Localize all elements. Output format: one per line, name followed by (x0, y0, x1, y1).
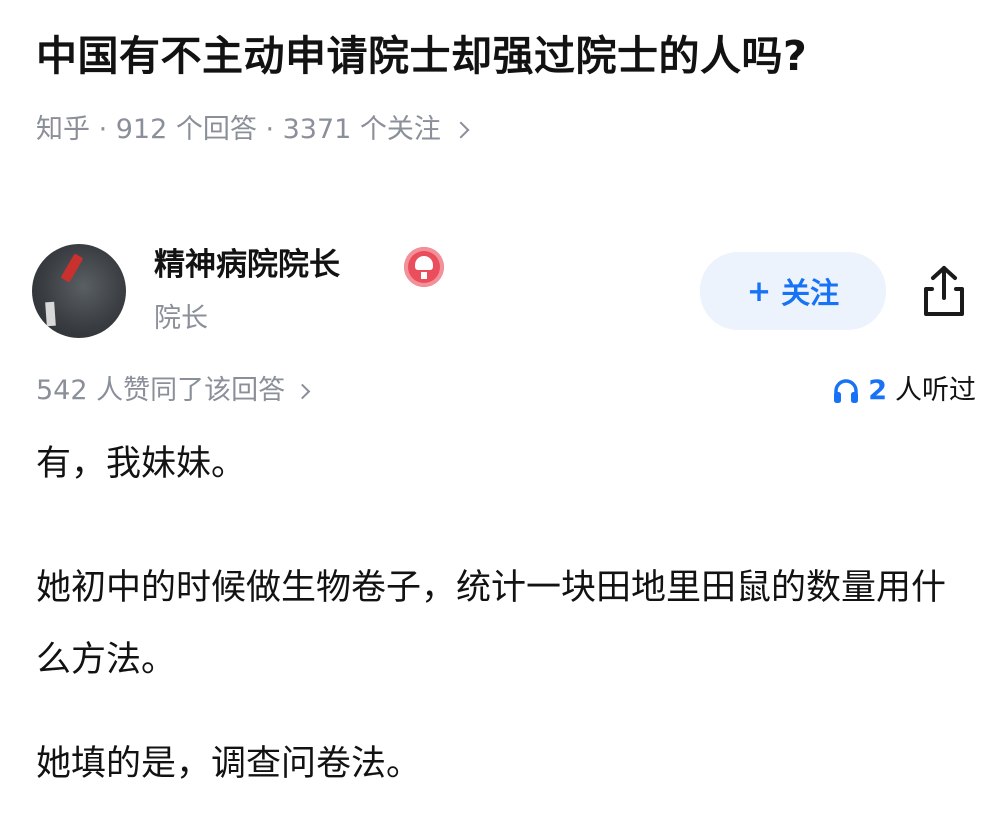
listen-count: 2 (868, 375, 887, 406)
share-icon (924, 266, 964, 316)
listen-info[interactable]: 2 人听过 (832, 369, 976, 413)
question-title: 中国有不主动申请院士却强过院士的人吗? (36, 32, 808, 80)
votes-link[interactable]: 542 人赞同了该回答 (36, 369, 311, 413)
follow-button[interactable]: + 关注 (700, 252, 886, 330)
listen-label: 人听过 (895, 375, 976, 406)
chevron-right-icon (294, 383, 311, 399)
chevron-right-icon (452, 121, 470, 139)
answer-paragraph: 有，我妹妹。 (36, 444, 247, 484)
question-meta-link[interactable]: 知乎 · 912 个回答 · 3371 个关注 (36, 108, 470, 152)
share-button[interactable] (914, 262, 974, 322)
author-title: 院长 (154, 303, 208, 334)
answer-paragraph: 她初中的时候做生物卷子，统计一块田地里田鼠的数量用什么方法。 (36, 568, 947, 680)
headphones-icon (834, 379, 859, 403)
verified-badge-icon (404, 247, 444, 287)
question-meta: 知乎 · 912 个回答 · 3371 个关注 (36, 114, 441, 145)
plus-icon: + (746, 274, 772, 308)
avatar[interactable] (32, 244, 126, 338)
vote-count: 542 人赞同了该回答 (36, 375, 286, 406)
answer-paragraph: 她填的是，调查问卷法。 (36, 744, 422, 784)
author-name[interactable]: 精神病院院长 (154, 243, 340, 287)
follow-label: 关注 (781, 276, 840, 310)
